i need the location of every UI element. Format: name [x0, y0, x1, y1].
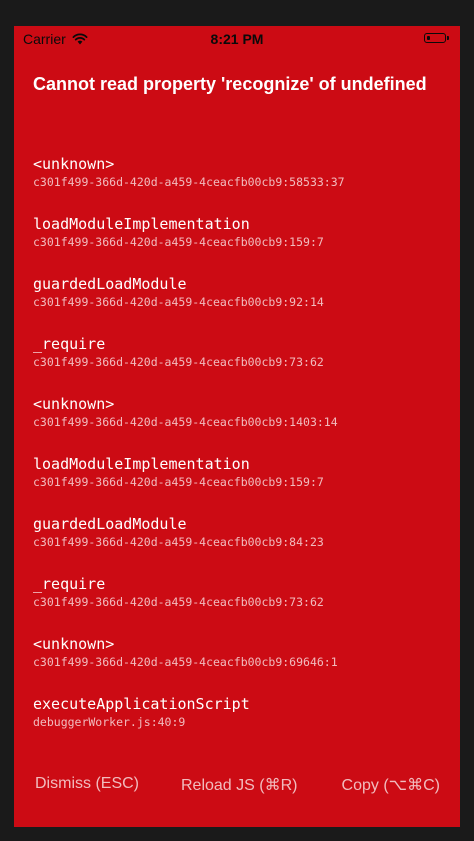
- stack-trace[interactable]: <unknown> c301f499-366d-420d-a459-4ceacf…: [33, 154, 453, 754]
- frame-method: executeApplicationScript: [33, 695, 250, 713]
- frame-location: c301f499-366d-420d-a459-4ceacfb00cb9:159…: [33, 475, 324, 489]
- frame-location: c301f499-366d-420d-a459-4ceacfb00cb9:159…: [33, 235, 324, 249]
- frame-location: c301f499-366d-420d-a459-4ceacfb00cb9:84:…: [33, 535, 324, 549]
- frame-method: _require: [33, 335, 106, 353]
- frame-method: guardedLoadModule: [33, 515, 187, 533]
- frame-location: debuggerWorker.js:40:9: [33, 715, 186, 729]
- stack-frame[interactable]: guardedLoadModule c301f499-366d-420d-a45…: [33, 514, 453, 574]
- battery-level-fill: [426, 35, 430, 40]
- status-bar: Carrier 8:21 PM: [14, 26, 460, 52]
- frame-location: c301f499-366d-420d-a459-4ceacfb00cb9:585…: [33, 175, 345, 189]
- stack-frame[interactable]: <unknown> c301f499-366d-420d-a459-4ceacf…: [33, 154, 453, 214]
- stack-frame[interactable]: _require c301f499-366d-420d-a459-4ceacfb…: [33, 574, 453, 634]
- reload-js-button[interactable]: Reload JS (⌘R): [181, 775, 297, 795]
- redbox-screen: Carrier 8:21 PM Cannot read property 're…: [14, 26, 460, 827]
- battery-icon: [424, 33, 449, 43]
- stack-frame[interactable]: <unknown> c301f499-366d-420d-a459-4ceacf…: [33, 634, 453, 694]
- frame-location: c301f499-366d-420d-a459-4ceacfb00cb9:140…: [33, 415, 338, 429]
- frame-location: c301f499-366d-420d-a459-4ceacfb00cb9:73:…: [33, 355, 324, 369]
- frame-method: _require: [33, 575, 106, 593]
- frame-method: loadModuleImplementation: [33, 455, 250, 473]
- error-message: Cannot read property 'recognize' of unde…: [33, 74, 427, 94]
- copy-button[interactable]: Copy (⌥⌘C): [342, 775, 440, 795]
- redbox-footer: Dismiss (ESC) Reload JS (⌘R) Copy (⌥⌘C): [14, 757, 460, 827]
- stack-frame[interactable]: loadModuleImplementation c301f499-366d-4…: [33, 454, 453, 514]
- status-time: 8:21 PM: [210, 31, 264, 47]
- frame-method: <unknown>: [33, 395, 115, 413]
- stack-frame[interactable]: executeApplicationScript debuggerWorker.…: [33, 694, 453, 754]
- stack-frame[interactable]: guardedLoadModule c301f499-366d-420d-a45…: [33, 274, 453, 334]
- frame-method: <unknown>: [33, 635, 115, 653]
- stack-frame[interactable]: _require c301f499-366d-420d-a459-4ceacfb…: [33, 334, 453, 394]
- frame-method: <unknown>: [33, 155, 115, 173]
- stack-frame[interactable]: loadModuleImplementation c301f499-366d-4…: [33, 214, 453, 274]
- frame-method: loadModuleImplementation: [33, 215, 250, 233]
- frame-location: c301f499-366d-420d-a459-4ceacfb00cb9:92:…: [33, 295, 324, 309]
- stack-frame[interactable]: <unknown> c301f499-366d-420d-a459-4ceacf…: [33, 394, 453, 454]
- frame-location: c301f499-366d-420d-a459-4ceacfb00cb9:73:…: [33, 595, 324, 609]
- dismiss-button[interactable]: Dismiss (ESC): [35, 775, 139, 793]
- frame-location: c301f499-366d-420d-a459-4ceacfb00cb9:696…: [33, 655, 338, 669]
- frame-method: guardedLoadModule: [33, 275, 187, 293]
